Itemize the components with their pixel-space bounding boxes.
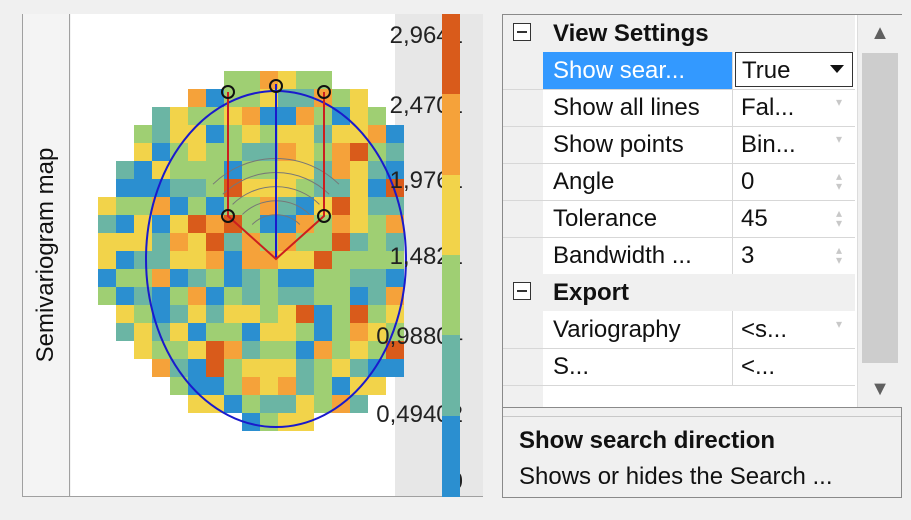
category-label: Export	[553, 279, 630, 306]
property-row-bandwidth[interactable]: Bandwidth ... 3 ▴ ▾	[503, 237, 855, 275]
property-name: Tolerance	[543, 200, 733, 237]
color-scale-segment	[442, 94, 460, 176]
color-scale-segment	[442, 335, 460, 417]
color-scale-segment	[442, 14, 460, 96]
semivariogram-map[interactable]: 2,9641 2,4701 1,9761 1,4821 0,98804 0,49…	[71, 14, 483, 496]
property-row-partial[interactable]: S... <...	[503, 348, 855, 386]
color-scale-segment	[442, 174, 460, 256]
spinner-icon[interactable]: ▴ ▾	[831, 244, 847, 266]
property-row-show-search-direction[interactable]: Show sear... True	[503, 52, 855, 90]
property-name: Angle	[543, 163, 733, 200]
property-row-variography[interactable]: Variography <s... ▾	[503, 311, 855, 349]
color-scale-segment	[442, 415, 460, 497]
dropdown-disabled-icon: ▾	[835, 132, 843, 146]
property-name: Show sear...	[543, 52, 733, 89]
property-name: Show all lines	[543, 89, 733, 126]
property-name: S...	[543, 348, 733, 385]
scroll-down-arrow-icon[interactable]: ▼	[858, 371, 902, 407]
collapse-icon[interactable]	[513, 23, 531, 41]
collapse-icon[interactable]	[513, 282, 531, 300]
help-title: Show search direction	[519, 427, 776, 454]
category-label: View Settings	[553, 20, 709, 47]
property-grid: View Settings Show sear... True Show all…	[502, 14, 902, 498]
property-grid-scrollbar[interactable]: ▲ ▼	[857, 15, 902, 407]
color-scale-segment	[442, 255, 460, 337]
property-grid-rows: View Settings Show sear... True Show all…	[503, 15, 855, 407]
property-value[interactable]: <...	[735, 348, 855, 385]
property-row-show-all-lines[interactable]: Show all lines Fal... ▾	[503, 89, 855, 127]
property-name: Bandwidth ...	[543, 237, 733, 274]
category-export[interactable]: Export	[503, 274, 855, 311]
property-help-panel: Show search direction Shows or hides the…	[503, 417, 901, 497]
help-description: Shows or hides the Search ...	[519, 463, 833, 490]
color-scale-bar	[442, 14, 460, 497]
semivariogram-map-tab[interactable]: Semivariogram map	[23, 14, 70, 496]
property-row-show-points[interactable]: Show points Bin... ▾	[503, 126, 855, 164]
category-view-settings[interactable]: View Settings	[503, 15, 855, 52]
show-search-direction-dropdown[interactable]: True	[735, 52, 853, 87]
dropdown-value: True	[742, 57, 791, 84]
chevron-down-icon[interactable]	[830, 65, 844, 73]
spinner-icon[interactable]: ▴ ▾	[831, 207, 847, 229]
property-name: Variography	[543, 311, 733, 348]
property-name: Show points	[543, 126, 733, 163]
dropdown-disabled-icon: ▾	[835, 95, 843, 109]
semivariogram-map-label: Semivariogram map	[32, 147, 59, 363]
property-row-angle[interactable]: Angle 0 ▴ ▾	[503, 163, 855, 201]
scroll-up-arrow-icon[interactable]: ▲	[858, 15, 902, 51]
scroll-thumb[interactable]	[862, 53, 898, 363]
spinner-icon[interactable]: ▴ ▾	[831, 170, 847, 192]
help-splitter[interactable]	[503, 407, 901, 417]
property-row-tolerance[interactable]: Tolerance 45 ▴ ▾	[503, 200, 855, 238]
dropdown-disabled-icon: ▾	[835, 317, 843, 331]
semivariogram-panel: Semivariogram map 2,9641 2,4701 1,9761 1…	[22, 14, 483, 497]
semivariogram-cells	[98, 71, 404, 431]
